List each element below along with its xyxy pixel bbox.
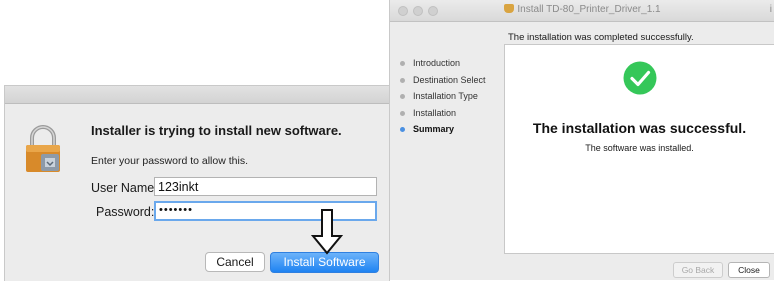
step-bullet-icon (400, 110, 405, 116)
step-bullet-icon (400, 94, 405, 99)
installer-step-list: Introduction Destination Select Installa… (400, 58, 486, 141)
step-bullet-icon (400, 127, 405, 132)
step-label: Installation (413, 107, 457, 118)
step-label: Introduction (413, 58, 461, 68)
title-edge-text: i (769, 4, 772, 15)
step-destination-select: Destination Select (400, 75, 486, 92)
success-heading: The installation was successful. (532, 120, 747, 136)
success-subtext: The software was installed. (585, 143, 694, 153)
window-title-text: Install TD-80_Printer_Driver_1.1 (517, 4, 661, 15)
username-field[interactable]: 123inkt (154, 177, 377, 196)
package-icon (504, 4, 515, 13)
step-bullet-icon (400, 61, 405, 66)
close-button[interactable]: Close (728, 262, 770, 278)
step-summary: Summary (400, 124, 486, 141)
down-arrow-icon (311, 209, 343, 255)
auth-dialog-titlebar (5, 86, 389, 104)
installer-window: Install TD-80_Printer_Driver_1.1 i The i… (389, 0, 774, 280)
step-bullet-icon (400, 77, 405, 83)
step-label: Installation Type (413, 91, 478, 101)
auth-subtext: Enter your password to allow this. (91, 155, 248, 167)
checkmark-circle-icon (623, 61, 657, 95)
window-title: Install TD-80_Printer_Driver_1.1 (390, 4, 774, 15)
password-label: Password: (96, 205, 155, 219)
username-label: User Name: (91, 181, 158, 195)
installer-titlebar: Install TD-80_Printer_Driver_1.1 i (390, 0, 774, 22)
completion-message: The installation was completed successfu… (508, 32, 694, 43)
lock-icon (26, 125, 60, 172)
cancel-button[interactable]: Cancel (205, 252, 265, 272)
step-label: Destination Select (413, 74, 486, 85)
step-installation: Installation (400, 108, 486, 125)
go-back-button[interactable]: Go Back (673, 262, 723, 278)
authentication-dialog: Installer is trying to install new softw… (4, 85, 390, 281)
install-software-button[interactable]: Install Software (270, 252, 379, 273)
auth-heading: Installer is trying to install new softw… (91, 123, 342, 138)
step-installation-type: Installation Type (400, 91, 486, 108)
password-field[interactable]: ••••••• (154, 201, 377, 221)
summary-content-pane: The installation was successful. The sof… (504, 44, 774, 254)
step-label: Summary (413, 124, 455, 134)
step-introduction: Introduction (400, 58, 486, 75)
